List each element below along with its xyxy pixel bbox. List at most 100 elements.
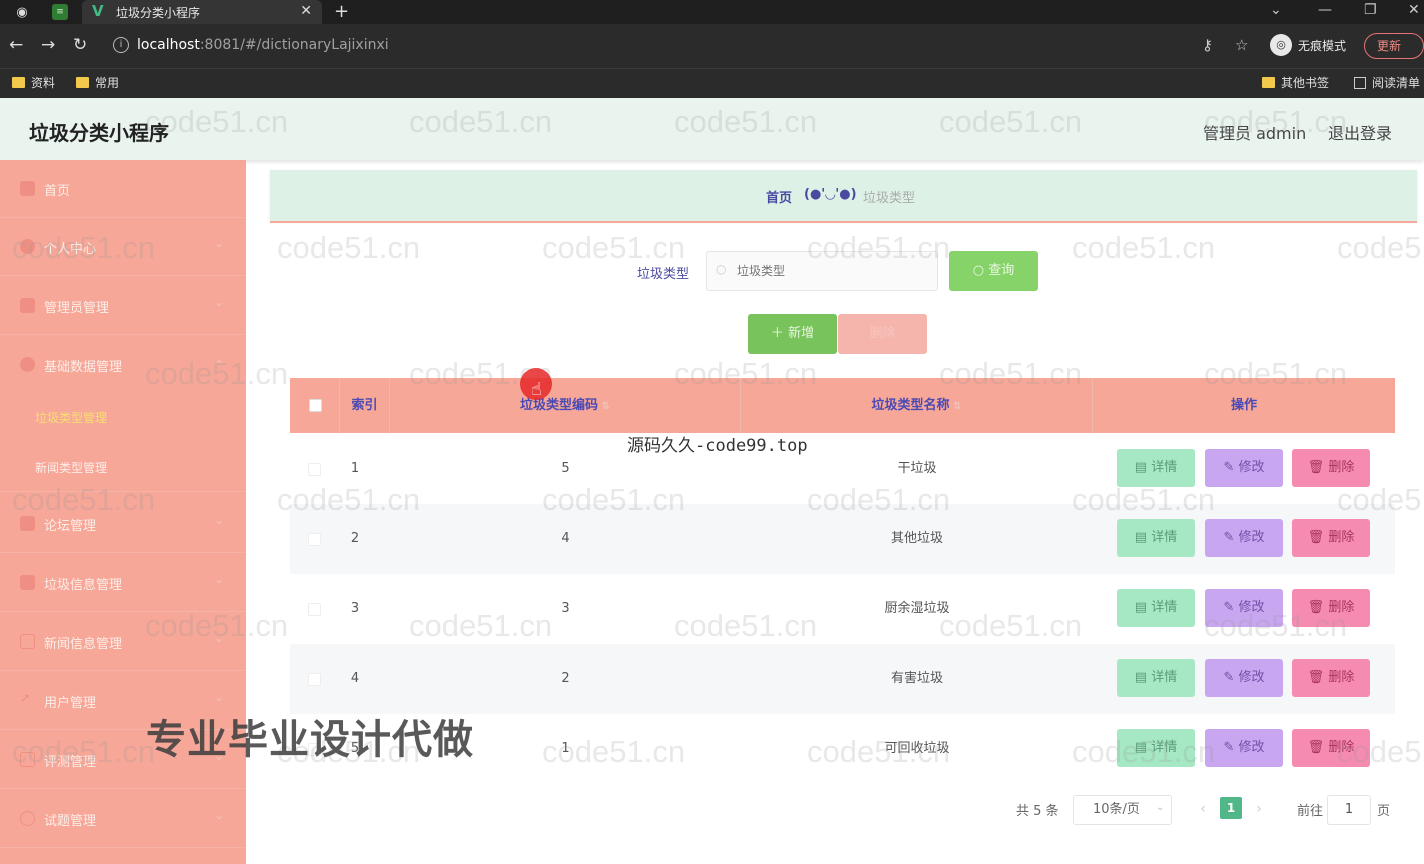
- row-checkbox[interactable]: [308, 603, 321, 616]
- header-code-label: 垃圾类型编码: [520, 398, 599, 413]
- goto-page-input[interactable]: 1: [1327, 795, 1371, 825]
- table-row: 1 5 干垃圾 ▤ 详情 ✎ 修改 🗑 删除: [290, 434, 1395, 504]
- cell-code: 2: [561, 671, 570, 686]
- back-icon[interactable]: ←: [9, 35, 23, 55]
- page-number-current[interactable]: 1: [1220, 797, 1242, 819]
- sidebar-subitem-news-type[interactable]: 新闻类型管理: [0, 442, 246, 492]
- sidebar-subitem-garbage-type[interactable]: 垃圾类型管理: [0, 392, 246, 442]
- window-close-icon[interactable]: ✕: [1408, 2, 1420, 18]
- search-input[interactable]: [706, 251, 938, 291]
- address-bar[interactable]: localhost:8081/#/dictionaryLajixinxi: [137, 37, 389, 53]
- next-page-icon[interactable]: ›: [1248, 797, 1270, 821]
- bookmark-item[interactable]: 常用: [76, 74, 119, 91]
- delete-button[interactable]: 🗑 删除: [1292, 449, 1370, 487]
- browser-logo-icon[interactable]: ◉: [12, 2, 32, 22]
- incognito-label: 无痕模式: [1298, 38, 1347, 53]
- bookmark-item[interactable]: 资料: [12, 74, 55, 91]
- tab-close-icon[interactable]: ✕: [300, 3, 312, 19]
- bookmark-item[interactable]: 其他书签: [1262, 74, 1329, 91]
- card-icon: [20, 298, 35, 313]
- delete-button[interactable]: 🗑 删除: [1292, 659, 1370, 697]
- delete-button[interactable]: 🗑 删除: [1292, 519, 1370, 557]
- reload-icon[interactable]: ↻: [73, 35, 87, 55]
- tab-active[interactable]: V 垃圾分类小程序 ✕: [82, 0, 322, 24]
- search-icon: ○: [972, 263, 989, 278]
- detail-button[interactable]: ▤ 详情: [1117, 449, 1195, 487]
- sidebar-item-base-data[interactable]: 基础数据管理 ⌃: [0, 336, 246, 394]
- sidebar-item-garbage-info[interactable]: 垃圾信息管理 ⌄: [0, 554, 246, 612]
- trash-icon: 🗑: [1307, 600, 1329, 615]
- site-info-icon[interactable]: i: [113, 37, 129, 53]
- detail-button[interactable]: ▤ 详情: [1117, 589, 1195, 627]
- incognito-profile[interactable]: ◎ 无痕模式: [1270, 34, 1346, 56]
- tab-search-icon[interactable]: ⌄: [1270, 2, 1282, 18]
- browser-tab-bar: ◉ ≡ V 垃圾分类小程序 ✕ + ⌄ — ❐ ✕: [0, 0, 1424, 24]
- row-checkbox[interactable]: [308, 463, 321, 476]
- prev-page-icon[interactable]: ‹: [1192, 797, 1214, 821]
- table-row: 2 4 其他垃圾 ▤ 详情 ✎ 修改 🗑 删除: [290, 504, 1395, 574]
- delete-button[interactable]: 🗑 删除: [1292, 589, 1370, 627]
- edit-button[interactable]: ✎ 修改: [1205, 519, 1283, 557]
- detail-label: 详情: [1151, 600, 1178, 615]
- logout-link[interactable]: 退出登录: [1328, 120, 1392, 144]
- edit-button[interactable]: ✎ 修改: [1205, 659, 1283, 697]
- goto-label: 前往: [1297, 804, 1324, 819]
- edit-button[interactable]: ✎ 修改: [1205, 729, 1283, 767]
- sidebar-item-admins[interactable]: 管理员管理 ⌄: [0, 277, 246, 335]
- delete-label: 删除: [1328, 530, 1355, 545]
- sidebar-item-forum[interactable]: 论坛管理 ⌄: [0, 495, 246, 553]
- breadcrumb-home[interactable]: 首页: [766, 187, 792, 206]
- reading-list[interactable]: 阅读清单: [1354, 74, 1420, 91]
- forward-icon[interactable]: →: [41, 35, 55, 55]
- cell-index: 2: [350, 531, 360, 546]
- header-code[interactable]: 垃圾类型编码 ⇅: [390, 378, 741, 433]
- batch-delete-button[interactable]: 删除: [838, 314, 927, 354]
- key-icon[interactable]: ⚷: [1202, 36, 1213, 54]
- trash-icon: 🗑: [1307, 530, 1329, 545]
- cell-name: 其他垃圾: [890, 531, 943, 546]
- row-checkbox[interactable]: [308, 533, 321, 546]
- select-all-checkbox[interactable]: [309, 399, 322, 412]
- clock-icon: [20, 811, 35, 826]
- star-icon[interactable]: ☆: [1235, 36, 1248, 54]
- minimize-icon[interactable]: —: [1318, 2, 1332, 18]
- query-button[interactable]: ○ 查询: [949, 251, 1038, 291]
- edit-button[interactable]: ✎ 修改: [1205, 449, 1283, 487]
- edit-button[interactable]: ✎ 修改: [1205, 589, 1283, 627]
- sidebar-item-questions[interactable]: 试题管理 ⌄: [0, 790, 246, 848]
- pinned-tab-icon[interactable]: ≡: [52, 4, 68, 20]
- detail-button[interactable]: ▤ 详情: [1117, 729, 1195, 767]
- pencil-icon: ✎: [1223, 670, 1239, 685]
- mail-icon: [20, 752, 35, 767]
- sidebar-item-label: 用户管理: [44, 696, 97, 711]
- search-icon: ○: [716, 262, 727, 276]
- detail-button[interactable]: ▤ 详情: [1117, 659, 1195, 697]
- sidebar-item-label: 垃圾信息管理: [44, 578, 123, 593]
- sidebar-item-news-info[interactable]: 新闻信息管理 ⌄: [0, 613, 246, 671]
- overlay-caption: 源码久久-code99.top: [627, 436, 808, 456]
- sidebar-item-label: 论坛管理: [44, 519, 97, 534]
- detail-button[interactable]: ▤ 详情: [1117, 519, 1195, 557]
- sidebar-item-home[interactable]: 首页: [0, 160, 246, 218]
- sidebar-item-profile[interactable]: 个人中心 ⌄: [0, 218, 246, 276]
- vue-logo-icon: V: [92, 2, 104, 20]
- delete-label: 删除: [1328, 460, 1355, 475]
- cell-index: 3: [350, 601, 360, 616]
- url-host: localhost: [137, 37, 200, 53]
- bookmark-label: 其他书签: [1281, 76, 1330, 90]
- update-button[interactable]: 更新: [1364, 33, 1424, 59]
- new-tab-icon[interactable]: +: [334, 1, 349, 22]
- sort-icon: ⇅: [598, 401, 610, 412]
- delete-button[interactable]: 🗑 删除: [1292, 729, 1370, 767]
- sidebar-subitem-label: 新闻类型管理: [35, 461, 108, 475]
- cell-code: 3: [561, 601, 570, 616]
- row-checkbox[interactable]: [308, 673, 321, 686]
- restore-icon[interactable]: ❐: [1364, 2, 1377, 18]
- incognito-icon: ◎: [1270, 34, 1292, 56]
- trash-icon: 🗑: [1307, 740, 1329, 755]
- admin-label: 管理员 admin: [1203, 124, 1307, 143]
- header-name[interactable]: 垃圾类型名称 ⇅: [741, 378, 1093, 433]
- send-icon: ➚: [20, 691, 31, 706]
- add-button[interactable]: ＋ 新增: [748, 314, 837, 354]
- chevron-down-icon: ⌄: [214, 295, 225, 309]
